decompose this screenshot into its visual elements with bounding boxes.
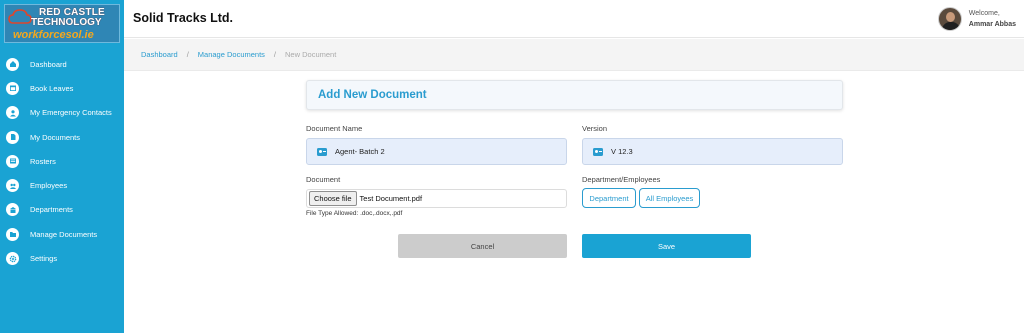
breadcrumb-dashboard[interactable]: Dashboard xyxy=(141,50,178,59)
dashboard-icon xyxy=(6,57,19,71)
sidebar-item-settings[interactable]: Settings xyxy=(0,246,124,270)
document-label: Document xyxy=(306,175,341,184)
sidebar: RED CASTLE TECHNOLOGY workforcesol.ie Da… xyxy=(0,0,124,333)
user-menu[interactable]: Welcome, Ammar Abbas xyxy=(937,5,1016,33)
document-icon xyxy=(6,130,19,144)
sidebar-item-label: My Documents xyxy=(30,132,81,142)
gear-icon xyxy=(6,252,19,266)
department-button[interactable]: Department xyxy=(582,188,636,208)
sidebar-nav: Dashboard Book Leaves My Emergency Conta… xyxy=(0,52,124,271)
sidebar-item-book-leaves[interactable]: Book Leaves xyxy=(0,76,124,100)
sidebar-item-label: Dashboard xyxy=(30,59,67,69)
sidebar-item-label: Employees xyxy=(30,181,68,191)
roster-icon xyxy=(6,154,19,168)
sidebar-item-emergency-contacts[interactable]: My Emergency Contacts xyxy=(0,101,124,125)
form-header: Add New Document xyxy=(306,80,843,110)
calendar-icon xyxy=(6,81,19,95)
sidebar-item-employees[interactable]: Employees xyxy=(0,173,124,197)
page-title: Add New Document xyxy=(318,89,427,101)
logo-line-2: TECHNOLOGY xyxy=(31,17,102,28)
sidebar-item-label: Manage Documents xyxy=(30,229,98,239)
breadcrumb-separator: / xyxy=(186,50,189,59)
department-employees-label: Department/Employees xyxy=(582,175,661,184)
sidebar-item-label: Departments xyxy=(30,205,73,215)
sidebar-item-label: Book Leaves xyxy=(30,83,74,93)
breadcrumb-manage-documents[interactable]: Manage Documents xyxy=(198,50,265,59)
version-input[interactable] xyxy=(611,147,811,156)
selected-file-name: Test Document.pdf xyxy=(359,194,423,203)
sidebar-item-departments[interactable]: Departments xyxy=(0,198,124,222)
breadcrumb-current: New Document xyxy=(285,50,337,59)
id-card-icon xyxy=(317,147,327,156)
sidebar-item-manage-documents[interactable]: Manage Documents xyxy=(0,222,124,246)
app-window: RED CASTLE TECHNOLOGY workforcesol.ie Da… xyxy=(0,0,1024,333)
sidebar-item-label: Settings xyxy=(30,254,58,264)
sidebar-item-my-documents[interactable]: My Documents xyxy=(0,125,124,149)
cancel-button[interactable]: Cancel xyxy=(398,234,567,258)
choose-file-button[interactable]: Choose file xyxy=(309,191,357,206)
department-icon xyxy=(6,203,19,217)
sidebar-item-rosters[interactable]: Rosters xyxy=(0,149,124,173)
version-label: Version xyxy=(582,124,608,133)
sidebar-item-label: My Emergency Contacts xyxy=(30,108,112,118)
document-name-label: Document Name xyxy=(306,124,363,133)
breadcrumb-separator: / xyxy=(273,50,277,59)
sidebar-item-dashboard[interactable]: Dashboard xyxy=(0,52,124,76)
version-field[interactable] xyxy=(582,138,843,165)
folder-icon xyxy=(6,227,19,241)
brand-logo[interactable]: RED CASTLE TECHNOLOGY workforcesol.ie xyxy=(4,4,120,43)
document-name-field[interactable] xyxy=(306,138,567,165)
logo-line-3: workforcesol.ie xyxy=(13,29,94,41)
top-header: Solid Tracks Ltd. Welcome, Ammar Abbas xyxy=(124,0,1024,38)
contact-icon xyxy=(6,106,19,120)
save-button[interactable]: Save xyxy=(582,234,751,258)
file-type-hint: File Type Allowed: .doc,.docx,.pdf xyxy=(306,210,403,217)
sidebar-item-label: Rosters xyxy=(30,156,56,166)
user-name: Ammar Abbas xyxy=(968,21,1016,28)
user-greeting: Welcome, Ammar Abbas xyxy=(969,8,1016,30)
cloud-logo-icon xyxy=(8,9,32,24)
all-employees-button[interactable]: All Employees xyxy=(639,188,700,208)
document-name-input[interactable] xyxy=(335,147,535,156)
breadcrumb: Dashboard / Manage Documents / New Docum… xyxy=(124,39,1024,71)
avatar[interactable] xyxy=(937,7,962,31)
company-name: Solid Tracks Ltd. xyxy=(133,11,234,25)
welcome-text: Welcome, xyxy=(968,10,1000,17)
employees-icon xyxy=(6,179,19,193)
id-card-icon xyxy=(593,147,603,156)
file-upload[interactable]: Choose file Test Document.pdf xyxy=(306,189,567,208)
